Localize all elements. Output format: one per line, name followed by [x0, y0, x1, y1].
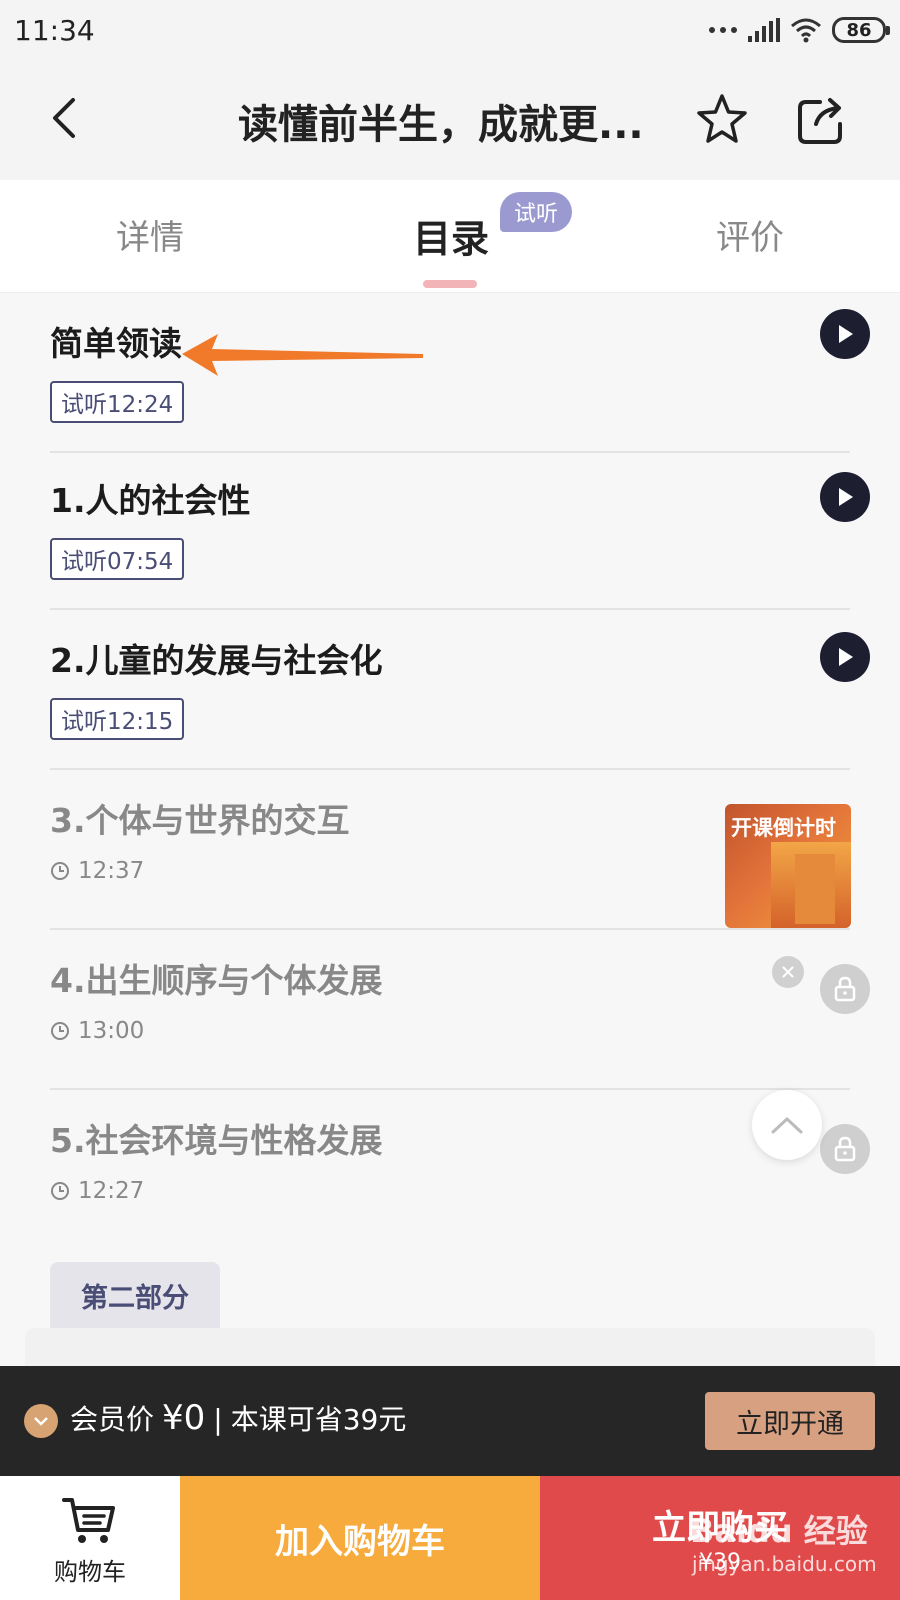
lesson-title: 3.个体与世界的交互: [50, 801, 350, 840]
status-bar: 11:34 86: [0, 0, 900, 62]
add-to-cart-button[interactable]: 加入购物车: [180, 1476, 540, 1600]
lock-button[interactable]: [820, 964, 870, 1014]
app-header: 读懂前半生，成就更...: [0, 62, 900, 180]
star-icon: [697, 94, 747, 143]
lesson-title: 4.出生顺序与个体发展: [50, 961, 383, 1000]
scroll-to-top-button[interactable]: [752, 1090, 822, 1160]
member-saving: 本课可省39元: [230, 1403, 407, 1436]
back-button[interactable]: [34, 88, 94, 148]
member-price-text: 会员价 ¥0 | 本课可省39元: [70, 1398, 406, 1438]
signal-icon: [748, 18, 780, 42]
more-dots-icon: [709, 27, 737, 33]
lesson-duration: 12:27: [50, 1178, 144, 1204]
duration-text: 13:00: [78, 1018, 145, 1044]
chevron-left-icon: [53, 98, 75, 138]
trial-duration-tag: 试听12:15: [50, 698, 185, 740]
play-icon: [839, 648, 853, 666]
lesson-title: 1.人的社会性: [50, 481, 251, 520]
tab-details[interactable]: 详情: [116, 210, 184, 259]
member-label: 会员价: [70, 1403, 155, 1436]
trial-duration-tag: 试听12:24: [50, 381, 185, 423]
trial-badge: 试听: [500, 192, 573, 232]
play-button[interactable]: [820, 309, 870, 359]
clock-icon: [51, 1182, 69, 1200]
tab-reviews[interactable]: 评价: [716, 210, 784, 259]
tab-bar: 详情 目录 试听 评价: [0, 180, 900, 293]
open-membership-button[interactable]: 立即开通: [705, 1392, 875, 1450]
clock-icon: [51, 862, 69, 880]
battery-level: 86: [846, 19, 872, 41]
annotation-arrow-icon: [182, 334, 423, 376]
chevron-down-icon: [34, 1417, 48, 1426]
trial-duration-tag: 试听07:54: [50, 538, 185, 580]
promo-door: [795, 854, 835, 924]
cart-label: 购物车: [54, 1558, 126, 1586]
lesson-title: 简单领读: [50, 324, 182, 363]
member-separator: |: [213, 1403, 223, 1436]
status-icons: 86: [708, 14, 890, 46]
lock-icon: [834, 1136, 856, 1162]
close-icon: [782, 966, 794, 978]
member-badge-icon: [24, 1404, 58, 1438]
lesson-duration: 13:00: [50, 1018, 144, 1044]
lesson-list: 简单领读 试听12:24 1.人的社会性 试听07:54 2.儿童的发展与社会化…: [25, 293, 875, 1241]
duration-text: 12:37: [78, 858, 145, 884]
next-section-card: [25, 1328, 875, 1368]
watermark: Baidu 经验 jingyan.baidu.com: [690, 1506, 890, 1586]
promo-close-button[interactable]: [772, 956, 804, 988]
lesson-item[interactable]: 4.出生顺序与个体发展 13:00: [50, 930, 870, 1090]
duration-text: 12:27: [78, 1178, 145, 1204]
tab-catalog[interactable]: 目录: [413, 208, 489, 263]
cart-button[interactable]: 购物车: [0, 1476, 180, 1600]
lock-button[interactable]: [820, 1124, 870, 1174]
lesson-item[interactable]: 5.社会环境与性格发展 12:27: [50, 1090, 870, 1250]
lesson-item[interactable]: 简单领读 试听12:24: [50, 293, 870, 453]
page-title: 读懂前半生，成就更...: [238, 102, 644, 148]
share-icon: [798, 98, 842, 144]
status-time: 11:34: [14, 14, 95, 47]
play-button[interactable]: [820, 632, 870, 682]
lock-icon: [834, 976, 856, 1002]
watermark-url: jingyan.baidu.com: [692, 1552, 877, 1576]
lesson-duration: 12:37: [50, 858, 144, 884]
play-icon: [839, 488, 853, 506]
play-button[interactable]: [820, 472, 870, 522]
countdown-promo-banner[interactable]: 开课倒计时: [725, 804, 851, 928]
wifi-icon: [791, 18, 821, 43]
lesson-item[interactable]: 2.儿童的发展与社会化 试听12:15: [50, 610, 870, 770]
active-tab-indicator: [423, 280, 477, 288]
promo-label: 开课倒计时: [731, 816, 836, 840]
watermark-brand: Baidu 经验: [690, 1512, 868, 1550]
shopping-cart-icon: [62, 1498, 115, 1543]
member-price: ¥0: [162, 1398, 206, 1438]
share-button[interactable]: [790, 90, 850, 150]
lesson-title: 2.儿童的发展与社会化: [50, 641, 383, 680]
section-tag: 第二部分: [50, 1262, 220, 1328]
lesson-title: 5.社会环境与性格发展: [50, 1121, 383, 1160]
favorite-button[interactable]: [692, 90, 752, 150]
member-bar: 会员价 ¥0 | 本课可省39元 立即开通: [0, 1366, 900, 1476]
clock-icon: [51, 1022, 69, 1040]
play-icon: [839, 325, 853, 343]
battery-icon: 86: [832, 17, 890, 43]
chevron-up-icon: [771, 1117, 803, 1134]
lesson-item[interactable]: 1.人的社会性 试听07:54: [50, 450, 870, 610]
